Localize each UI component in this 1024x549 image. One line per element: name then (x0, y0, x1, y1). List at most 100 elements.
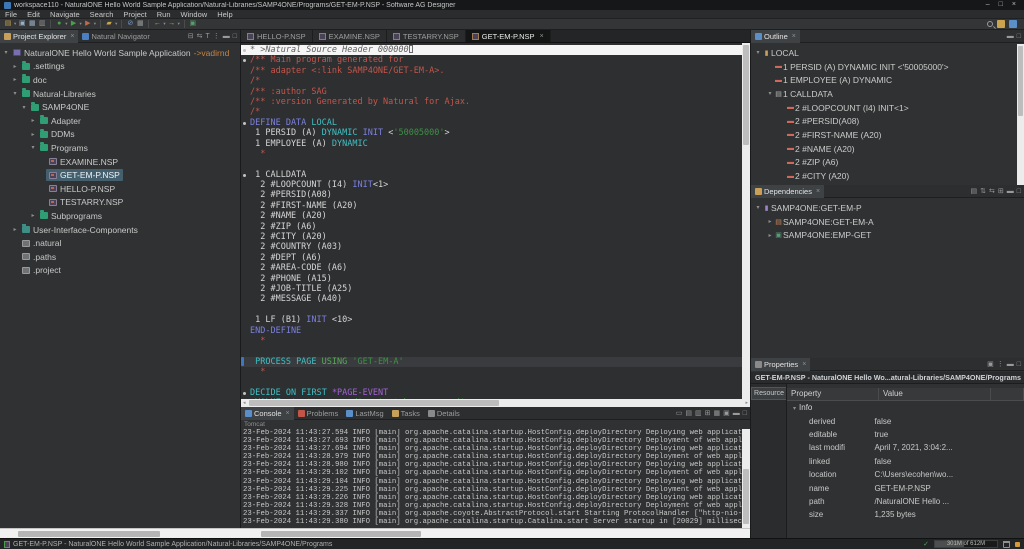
code-editor[interactable]: * >Natural Source Header 000000/** Main … (241, 43, 750, 399)
clear-console-button[interactable]: ▭ (676, 407, 683, 420)
minimize-button[interactable]: ▬ (1007, 185, 1014, 198)
tree-arrow[interactable]: ▸ (29, 212, 37, 219)
save-all-button[interactable]: ▦ (27, 19, 37, 29)
menu-help[interactable]: Help (212, 10, 237, 19)
maximize-button[interactable]: □ (233, 30, 237, 43)
forward-button[interactable]: → (167, 19, 177, 29)
link-with-editor-button[interactable]: ⇆ (197, 30, 203, 43)
tree-item-programs[interactable]: ▾Programs (0, 141, 240, 155)
run-button[interactable]: ▶ (69, 19, 79, 29)
maximize-button[interactable]: □ (743, 407, 747, 420)
scroll-lock-button[interactable]: ▤ (685, 407, 692, 420)
editor-horizontal-scrollbar[interactable]: ◂ ▸ (241, 399, 750, 407)
caller-graph-button[interactable]: ⇅ (980, 185, 986, 198)
tab-dependencies[interactable]: Dependencies × (751, 185, 824, 198)
new-dependency-view-button[interactable]: ▤ (971, 185, 978, 198)
editor-tab-hello-p-nsp[interactable]: HELLO-P.NSP (241, 30, 313, 42)
menu-file[interactable]: File (0, 10, 22, 19)
tree-item-doc[interactable]: ▸doc (0, 73, 240, 87)
outline-scrollbar[interactable] (1017, 44, 1024, 185)
tree-arrow[interactable]: ▸ (11, 63, 19, 70)
dependency-item-samp4one-get-em-p[interactable]: ▾▮SAMP4ONE:GET-EM-P (751, 201, 1017, 215)
tree-item-testarry-nsp[interactable]: TESTARRY.NSP (0, 196, 240, 210)
pin-button[interactable]: ▣ (987, 358, 994, 371)
tree-arrow[interactable]: ▾ (2, 49, 10, 56)
menu-navigate[interactable]: Navigate (45, 10, 85, 19)
console-tab-lastmsg[interactable]: LastMsg (342, 407, 387, 420)
menu-project[interactable]: Project (118, 10, 151, 19)
menu-search[interactable]: Search (85, 10, 119, 19)
run-button-dropdown[interactable]: ▾ (80, 21, 82, 27)
dependency-item-samp4one-get-em-a[interactable]: ▸▤SAMP4ONE:GET-EM-A (751, 215, 1017, 229)
console-horizontal-scrollbar[interactable] (241, 528, 750, 538)
tree-item-user-interface-components[interactable]: ▸User-Interface-Components (0, 223, 240, 237)
close-icon[interactable]: × (792, 33, 796, 40)
tab-properties[interactable]: Properties × (751, 358, 810, 371)
property-row-linked[interactable]: linkedfalse (787, 455, 1024, 468)
console-tab-tasks[interactable]: Tasks (388, 407, 424, 420)
tree-item-samp4one[interactable]: ▾SAMP4ONE (0, 100, 240, 114)
scroll-left-arrow[interactable]: ◂ (243, 399, 246, 407)
tree-arrow[interactable]: ▾ (766, 90, 774, 97)
outline-item-1-employee-a-dynamic[interactable]: ▬1 EMPLOYEE (A) DYNAMIC (751, 73, 1017, 87)
tree-item-project[interactable]: .project (0, 264, 240, 278)
word-wrap-button[interactable]: ▥ (695, 407, 702, 420)
explorer-hscroll-thumb[interactable] (18, 531, 160, 537)
minimize-button[interactable]: ▬ (1007, 30, 1014, 43)
search-icon[interactable] (987, 21, 993, 27)
tree-item-hello-p-nsp[interactable]: HELLO-P.NSP (0, 182, 240, 196)
editor-tab-testarry-nsp[interactable]: TESTARRY.NSP (387, 30, 466, 42)
perspective-natural-icon[interactable] (997, 20, 1005, 28)
open-console-button[interactable]: ▣ (723, 407, 730, 420)
console-tab-problems[interactable]: Problems (294, 407, 343, 420)
tree-item-naturalone-hello-world-sample-application[interactable]: ▾NaturalONE Hello World Sample Applicati… (0, 46, 240, 60)
print-button[interactable]: ▥ (37, 19, 47, 29)
property-row-location[interactable]: locationC:\Users\ecohen\wo... (787, 468, 1024, 481)
outline-item-2-zip-a6[interactable]: ▬2 #ZIP (A6) (751, 156, 1017, 170)
console-vertical-scrollbar[interactable] (742, 429, 750, 528)
tree-item-subprograms[interactable]: ▸Subprograms (0, 209, 240, 223)
property-row-last-modifi[interactable]: last modifiApril 7, 2021, 3:04:2... (787, 441, 1024, 454)
minimize-button[interactable]: ▬ (1007, 358, 1014, 371)
pin-console-button[interactable]: ⊞ (705, 407, 711, 420)
display-selected-button[interactable]: ▦ (714, 407, 721, 420)
close-icon[interactable]: × (286, 410, 290, 417)
outline-item-1-calldata[interactable]: ▾▤1 CALLDATA (751, 87, 1017, 101)
editor-hscroll-thumb[interactable] (249, 400, 499, 406)
callee-graph-button[interactable]: ⇆ (989, 185, 995, 198)
window-close-button[interactable]: × (1012, 0, 1016, 10)
menu-edit[interactable]: Edit (22, 10, 45, 19)
tree-arrow[interactable]: ▸ (29, 131, 37, 138)
tree-arrow[interactable]: ▸ (766, 232, 774, 239)
menu-window[interactable]: Window (176, 10, 213, 19)
tree-item-get-em-p-nsp[interactable]: GET-EM-P.NSP (0, 168, 240, 182)
outline-item-2-persid-a08[interactable]: ▬2 #PERSID(A08) (751, 114, 1017, 128)
close-icon[interactable]: × (802, 361, 806, 368)
property-row-editable[interactable]: editabletrue (787, 428, 1024, 441)
editor-tab-get-em-p-nsp[interactable]: GET-EM-P.NSP× (466, 30, 551, 42)
console-log[interactable]: 23-Feb-2024 11:43:27.594 INFO [main] org… (243, 429, 742, 528)
profile-button-dropdown[interactable]: ▾ (94, 21, 96, 27)
minimize-button[interactable]: ▬ (223, 30, 230, 43)
skip-breakpoints-button[interactable]: ⊘ (125, 19, 135, 29)
editor-tab-examine-nsp[interactable]: EXAMINE.NSP (313, 30, 387, 42)
explorer-horizontal-scrollbar[interactable] (0, 528, 241, 538)
scroll-right-arrow[interactable]: ▸ (745, 399, 748, 407)
column-value[interactable]: Value (879, 388, 991, 400)
tree-item-paths[interactable]: .paths (0, 250, 240, 264)
tree-arrow[interactable]: ▾ (754, 49, 762, 56)
maximize-button[interactable]: □ (1017, 358, 1021, 371)
console-hscroll-thumb[interactable] (261, 531, 421, 537)
mark-occurrences-button[interactable]: ▦ (135, 19, 145, 29)
outline-item-1-persid-a-dynamic-init-50005000[interactable]: ▬1 PERSID (A) DYNAMIC INIT <'50005000'> (751, 60, 1017, 74)
console-tab-console[interactable]: Console× (241, 407, 294, 420)
new-button-dropdown[interactable]: ▾ (14, 21, 16, 27)
console-scroll-thumb[interactable] (743, 469, 749, 524)
maximize-button[interactable]: □ (1017, 30, 1021, 43)
outline-item-2-loopcount-i4-init-1[interactable]: ▬2 #LOOPCOUNT (I4) INIT<1> (751, 101, 1017, 115)
perspective-java-icon[interactable] (1009, 20, 1017, 28)
new-button[interactable]: ▤ (3, 19, 13, 29)
close-icon[interactable]: × (70, 33, 74, 40)
outline-item-local[interactable]: ▾▮LOCAL (751, 46, 1017, 60)
maximize-button[interactable]: □ (1017, 185, 1021, 198)
